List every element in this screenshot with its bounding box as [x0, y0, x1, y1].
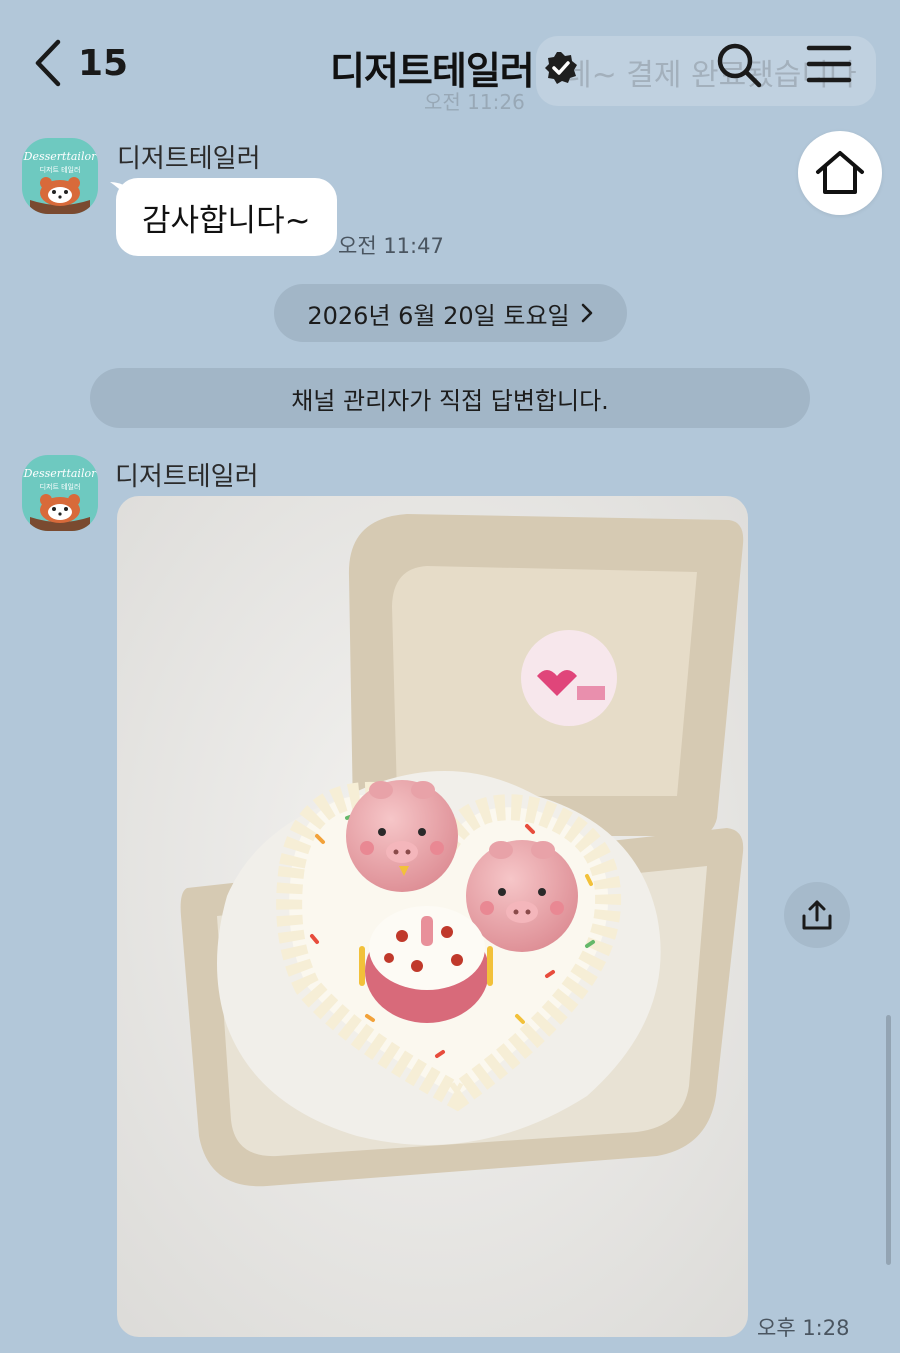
- chat-title: 디저트테일러: [330, 49, 535, 93]
- home-icon: [816, 151, 864, 194]
- cake-photo[interactable]: [117, 496, 748, 1337]
- search-button[interactable]: [714, 40, 764, 94]
- scrollbar[interactable]: [886, 1015, 891, 1265]
- verified-badge-icon: [544, 51, 577, 84]
- system-notice-text: 채널 관리자가 직접 답변합니다.: [291, 386, 609, 415]
- share-icon: [802, 900, 832, 930]
- share-button[interactable]: [784, 882, 850, 948]
- date-divider[interactable]: 2026년 6월 20일 토요일: [274, 284, 627, 342]
- sender-name: 디저트테일러: [115, 462, 259, 492]
- back-button[interactable]: 15: [30, 38, 128, 88]
- sender-name: 디저트테일러: [117, 144, 261, 174]
- red-panda-icon: [30, 177, 90, 214]
- chat-title-group[interactable]: 디저트테일러: [330, 40, 578, 95]
- chat-header: 15 디저트테일러: [0, 0, 900, 120]
- red-panda-icon: [30, 494, 90, 531]
- sender-avatar[interactable]: Desserttailor 디저트 테일러: [22, 138, 98, 214]
- system-notice: 채널 관리자가 직접 답변합니다.: [90, 368, 810, 428]
- message-time: 오후 1:28: [757, 1316, 850, 1340]
- chevron-right-icon: [581, 303, 592, 323]
- cake-photo-image: [117, 496, 748, 1337]
- message-bubble[interactable]: 감사합니다~: [116, 178, 337, 256]
- chevron-left-icon: [35, 39, 61, 87]
- message-text: 감사합니다~: [142, 202, 311, 239]
- home-button[interactable]: [798, 131, 882, 215]
- message-time: 오전 11:47: [338, 234, 444, 258]
- date-divider-text: 2026년 6월 20일 토요일: [307, 301, 570, 330]
- menu-icon: [806, 45, 852, 83]
- unread-count: 15: [78, 42, 129, 84]
- sender-avatar[interactable]: Desserttailor 디저트 테일러: [22, 455, 98, 531]
- search-icon: [717, 43, 762, 88]
- menu-button[interactable]: [806, 44, 852, 88]
